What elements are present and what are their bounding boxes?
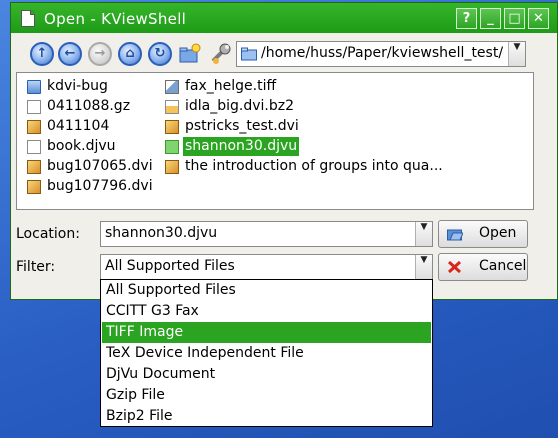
document-icon <box>21 10 35 27</box>
back-arrow-icon[interactable]: ← <box>58 42 82 66</box>
dropdown-option[interactable]: DjVu Document <box>102 364 431 385</box>
chevron-down-icon[interactable]: ▼ <box>415 222 432 246</box>
dvi-file-icon <box>165 120 179 134</box>
open-button-label: Open <box>479 225 517 241</box>
window-title: Open - KViewShell <box>44 10 187 28</box>
folder-icon <box>241 47 257 65</box>
up-arrow-icon[interactable]: ↑ <box>30 42 54 66</box>
path-combobox[interactable]: /home/huss/Paper/kviewshell_test/ ▼ <box>236 41 526 67</box>
help-button[interactable]: ? <box>456 8 477 29</box>
title-bar[interactable]: Open - KViewShell ? _ □ ✕ <box>11 3 557 33</box>
forward-arrow-icon[interactable]: → <box>88 42 112 66</box>
filter-combobox[interactable]: All Supported Files ▼ <box>100 254 433 280</box>
folder-icon <box>27 80 41 94</box>
open-folder-icon <box>447 227 464 241</box>
maximize-button[interactable]: □ <box>504 8 525 29</box>
dvi-file-icon <box>165 160 179 174</box>
dropdown-option[interactable]: All Supported Files <box>102 280 431 301</box>
home-icon[interactable]: ⌂ <box>118 42 142 66</box>
file-list[interactable]: kdvi-bug 0411088.gz 0411104 book.djvu bu… <box>16 72 534 210</box>
location-combobox[interactable]: shannon30.djvu ▼ <box>100 221 433 247</box>
dropdown-option[interactable]: Bzip2 File <box>102 406 431 427</box>
dvi-file-icon <box>27 120 41 134</box>
gzip-file-icon <box>27 100 41 114</box>
dropdown-option[interactable]: TeX Device Independent File <box>102 343 431 364</box>
open-button[interactable]: Open <box>438 220 528 248</box>
dvi-file-icon <box>27 180 41 194</box>
new-folder-icon[interactable] <box>178 42 202 66</box>
dropdown-option-highlighted[interactable]: TIFF Image <box>102 322 431 343</box>
image-file-icon <box>165 80 179 94</box>
location-label: Location: <box>16 226 80 242</box>
filter-dropdown-list[interactable]: All Supported Files CCITT G3 Fax TIFF Im… <box>100 279 433 427</box>
close-button[interactable]: ✕ <box>528 8 549 29</box>
path-value: /home/huss/Paper/kviewshell_test/ <box>261 45 504 61</box>
reload-icon[interactable]: ↻ <box>148 42 172 66</box>
chevron-down-icon[interactable]: ▼ <box>415 255 432 279</box>
location-value: shannon30.djvu <box>105 225 218 241</box>
wrench-icon[interactable] <box>208 42 232 66</box>
cancel-x-icon <box>447 260 462 274</box>
dvi-file-icon <box>27 160 41 174</box>
dropdown-option[interactable]: CCITT G3 Fax <box>102 301 431 322</box>
bzip2-file-icon <box>165 100 179 114</box>
chevron-down-icon[interactable]: ▼ <box>508 42 525 66</box>
filter-label: Filter: <box>16 259 56 275</box>
cancel-button-label: Cancel <box>479 258 527 274</box>
djvu-file-icon <box>165 140 179 154</box>
dropdown-option[interactable]: Gzip File <box>102 385 431 406</box>
filter-value: All Supported Files <box>105 258 235 274</box>
minimize-button[interactable]: _ <box>480 8 501 29</box>
djvu-file-icon <box>27 140 41 154</box>
cancel-button[interactable]: Cancel <box>438 253 528 281</box>
